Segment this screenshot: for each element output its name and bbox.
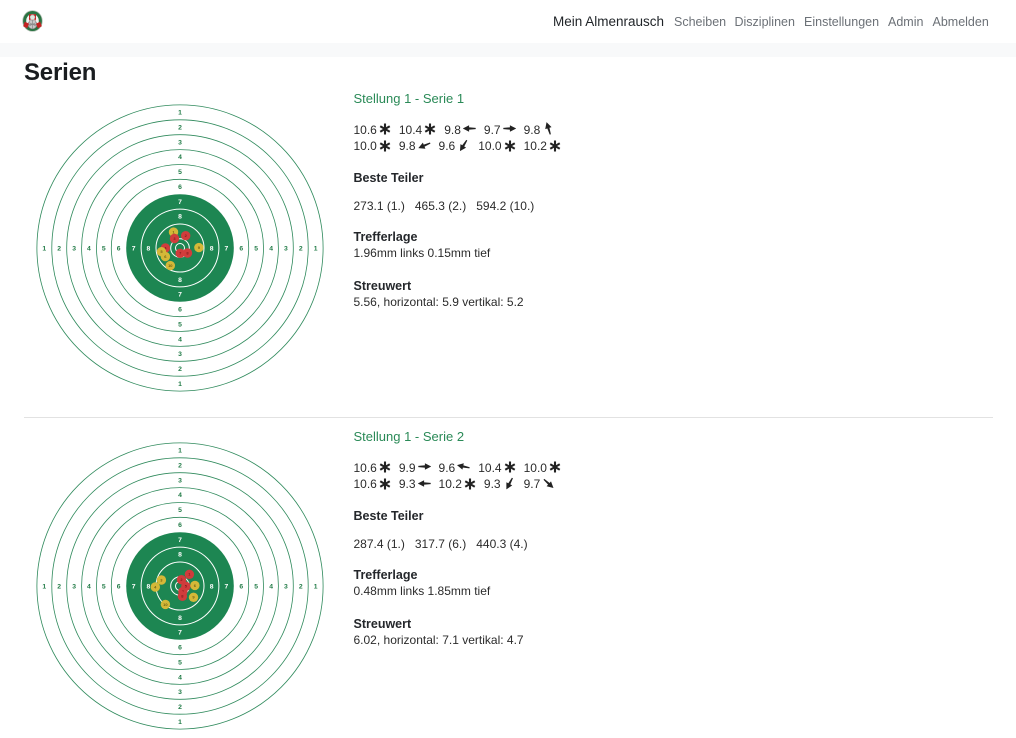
svg-text:2: 2 [299, 245, 303, 252]
svg-text:4: 4 [269, 583, 273, 590]
svg-text:4: 4 [269, 245, 273, 252]
svg-text:8: 8 [147, 245, 151, 252]
svg-text:1: 1 [178, 110, 182, 117]
svg-text:1: 1 [42, 583, 46, 590]
svg-text:3: 3 [72, 245, 76, 252]
svg-text:8: 8 [178, 552, 182, 559]
svg-text:2: 2 [178, 704, 182, 711]
svg-text:4: 4 [178, 336, 182, 343]
svg-text:10: 10 [163, 602, 168, 607]
svg-text:6: 6 [178, 184, 182, 191]
svg-text:3: 3 [72, 583, 76, 590]
svg-text:8: 8 [210, 583, 214, 590]
svg-text:6: 6 [117, 245, 121, 252]
svg-text:4: 4 [178, 492, 182, 499]
svg-text:2: 2 [299, 583, 303, 590]
svg-text:5: 5 [254, 583, 258, 590]
svg-text:7: 7 [178, 292, 182, 299]
svg-text:5: 5 [178, 322, 182, 329]
svg-text:1: 1 [42, 245, 46, 252]
svg-text:7: 7 [225, 245, 229, 252]
svg-text:7: 7 [178, 199, 182, 206]
svg-text:1: 1 [178, 381, 182, 388]
svg-text:3: 3 [178, 139, 182, 146]
svg-text:7: 7 [178, 537, 182, 544]
svg-text:1: 1 [178, 719, 182, 726]
svg-text:8: 8 [178, 277, 182, 284]
svg-text:7: 7 [132, 245, 136, 252]
svg-text:8: 8 [178, 615, 182, 622]
svg-text:3: 3 [284, 245, 288, 252]
svg-text:8: 8 [210, 245, 214, 252]
svg-text:5: 5 [178, 169, 182, 176]
svg-text:3: 3 [284, 583, 288, 590]
svg-text:4: 4 [178, 674, 182, 681]
svg-text:10: 10 [168, 263, 173, 268]
svg-text:5: 5 [254, 245, 258, 252]
svg-text:4: 4 [87, 583, 91, 590]
svg-text:2: 2 [178, 125, 182, 132]
svg-text:7: 7 [225, 583, 229, 590]
svg-text:5: 5 [102, 245, 106, 252]
svg-text:3: 3 [178, 477, 182, 484]
svg-text:2: 2 [57, 245, 61, 252]
svg-text:2: 2 [57, 583, 61, 590]
svg-text:3: 3 [178, 351, 182, 358]
svg-text:2: 2 [178, 463, 182, 470]
svg-text:4: 4 [178, 154, 182, 161]
svg-text:2: 2 [178, 366, 182, 373]
svg-text:5: 5 [178, 507, 182, 514]
svg-text:1: 1 [314, 245, 318, 252]
svg-text:4: 4 [87, 245, 91, 252]
svg-text:7: 7 [132, 583, 136, 590]
svg-text:5: 5 [178, 660, 182, 667]
svg-text:6: 6 [117, 583, 121, 590]
svg-text:6: 6 [178, 307, 182, 314]
svg-text:1: 1 [314, 583, 318, 590]
svg-text:6: 6 [239, 583, 243, 590]
svg-text:6: 6 [239, 245, 243, 252]
svg-text:8: 8 [178, 214, 182, 221]
svg-text:7: 7 [178, 630, 182, 637]
svg-text:6: 6 [178, 645, 182, 652]
svg-text:5: 5 [102, 583, 106, 590]
svg-text:8: 8 [147, 583, 151, 590]
svg-text:3: 3 [178, 689, 182, 696]
svg-text:1: 1 [178, 448, 182, 455]
svg-text:6: 6 [178, 522, 182, 529]
